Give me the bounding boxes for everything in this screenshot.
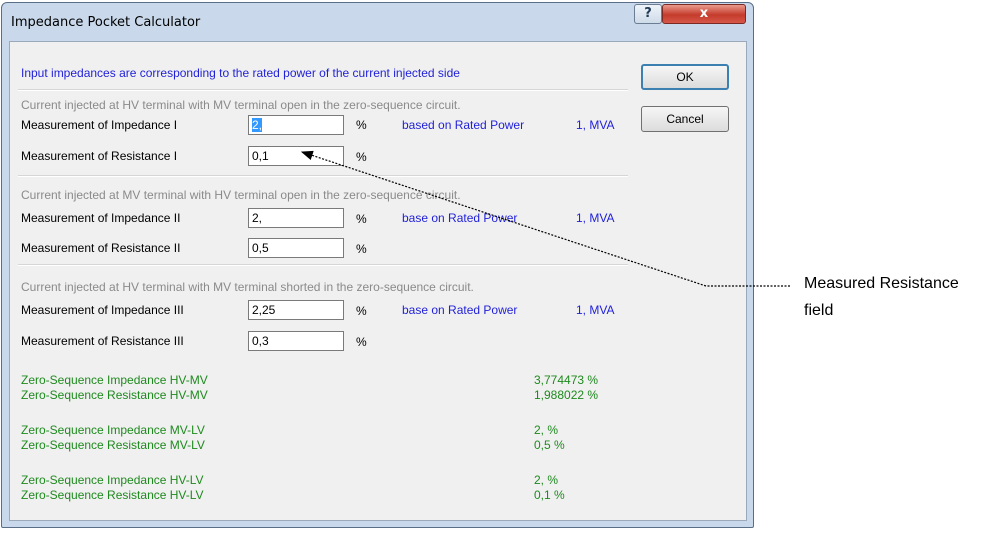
basis-2-value: 1, MVA: [576, 211, 615, 225]
result-label: Zero-Sequence Resistance HV-MV: [21, 388, 208, 402]
close-button[interactable]: x: [662, 4, 746, 24]
basis-2-label: base on Rated Power: [402, 211, 518, 225]
impedance-2-unit: %: [356, 212, 367, 226]
basis-1-label: based on Rated Power: [402, 118, 525, 132]
result-value: 3,774473 %: [534, 373, 599, 387]
result-value: 2, %: [534, 423, 559, 437]
impedance-2-label: Measurement of Impedance II: [21, 211, 181, 225]
resistance-3-unit: %: [356, 335, 367, 349]
impedance-1-label: Measurement of Impedance I: [21, 118, 178, 132]
dialog-window: Impedance Pocket Calculator ? x Input im…: [1, 2, 754, 528]
resistance-3-label: Measurement of Resistance III: [21, 334, 184, 348]
cancel-button[interactable]: Cancel: [641, 106, 729, 132]
resistance-2-unit: %: [356, 242, 367, 256]
window-title: Impedance Pocket Calculator: [11, 15, 201, 30]
impedance-1-value: 2,: [252, 118, 263, 132]
impedance-3-label: Measurement of Impedance III: [21, 303, 184, 317]
title-bar[interactable]: Impedance Pocket Calculator ? x: [2, 3, 753, 41]
help-button[interactable]: ?: [634, 4, 662, 24]
separator: [18, 175, 628, 177]
result-label: Zero-Sequence Resistance MV-LV: [21, 438, 205, 452]
result-value: 0,1 %: [534, 488, 565, 502]
result-label: Zero-Sequence Impedance HV-MV: [21, 373, 208, 387]
basis-3-value: 1, MVA: [576, 303, 615, 317]
result-label: Zero-Sequence Resistance HV-LV: [21, 488, 204, 502]
resistance-3-input[interactable]: 0,3: [248, 331, 344, 351]
impedance-1-unit: %: [356, 118, 367, 132]
ok-button[interactable]: OK: [641, 64, 729, 90]
separator: [18, 264, 628, 266]
basis-3-label: base on Rated Power: [402, 303, 518, 317]
impedance-3-input[interactable]: 2,25: [248, 300, 344, 320]
section-1-heading: Current injected at HV terminal with MV …: [21, 98, 461, 112]
resistance-1-unit: %: [356, 150, 367, 164]
dialog-body: Input impedances are corresponding to th…: [9, 41, 747, 521]
resistance-1-label: Measurement of Resistance I: [21, 149, 178, 163]
impedance-3-unit: %: [356, 304, 367, 318]
result-value: 1,988022 %: [534, 388, 599, 402]
callout-label: Measured Resistance field: [804, 270, 994, 324]
resistance-2-input[interactable]: 0,5: [248, 238, 344, 258]
callout-line-1: Measured Resistance: [804, 275, 959, 292]
basis-1-value: 1, MVA: [576, 118, 615, 132]
impedance-2-input[interactable]: 2,: [248, 208, 344, 228]
result-label: Zero-Sequence Impedance HV-LV: [21, 473, 204, 487]
result-value: 0,5 %: [534, 438, 565, 452]
section-3-heading: Current injected at HV terminal with MV …: [21, 280, 474, 294]
separator: [18, 89, 628, 91]
result-value: 2, %: [534, 473, 559, 487]
impedance-1-input[interactable]: 2,: [248, 115, 344, 135]
info-text: Input impedances are corresponding to th…: [21, 66, 460, 80]
callout-line-2: field: [804, 302, 834, 319]
resistance-1-input[interactable]: 0,1: [248, 146, 344, 166]
result-label: Zero-Sequence Impedance MV-LV: [21, 423, 205, 437]
section-2-heading: Current injected at MV terminal with HV …: [21, 188, 461, 202]
resistance-2-label: Measurement of Resistance II: [21, 241, 181, 255]
